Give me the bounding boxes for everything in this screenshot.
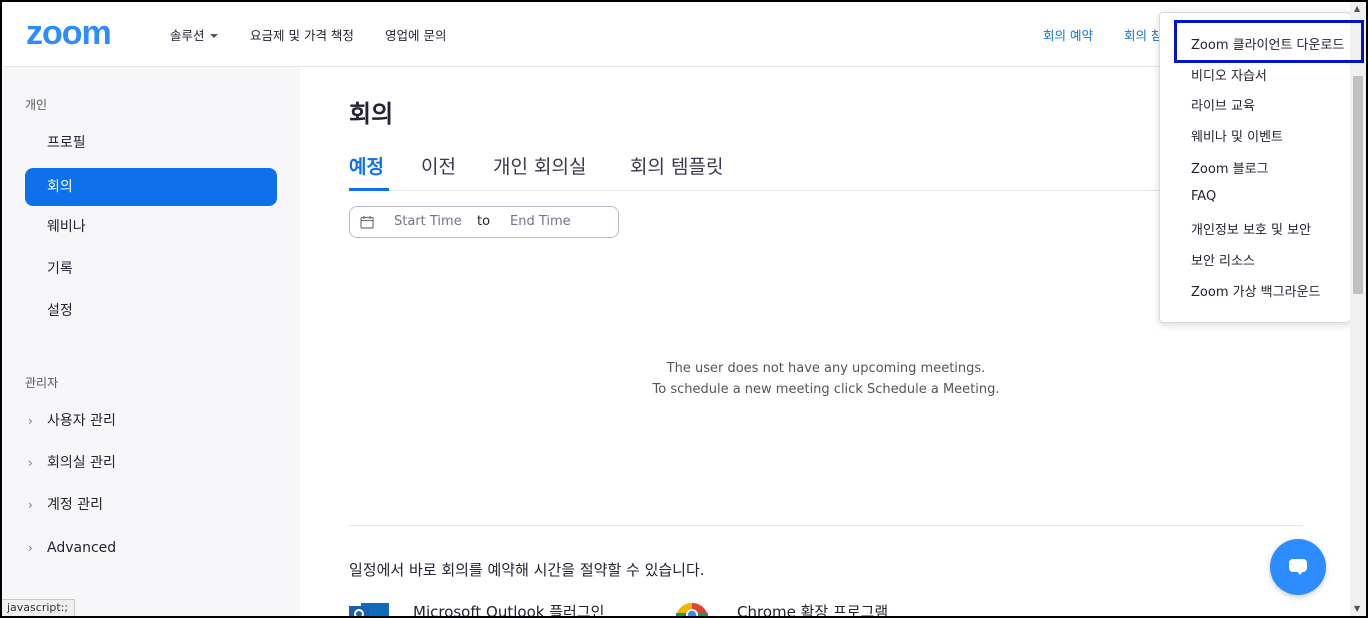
empty-message-line1: The user does not have any upcoming meet…: [666, 361, 986, 376]
chevron-right-icon: ›: [28, 541, 33, 555]
sidebar-item-label: Advanced: [47, 540, 117, 556]
chrome-icon[interactable]: [674, 601, 710, 618]
chevron-right-icon: ›: [28, 414, 33, 428]
scrollbar-thumb[interactable]: [1353, 76, 1363, 294]
sidebar: 개인 프로필 회의 웨비나 기록 설정 관리자 › 사용자 관리 › 회의실 관리 …: [0, 67, 300, 618]
sidebar-section-personal: 개인: [25, 98, 48, 112]
sidebar-section-admin: 관리자: [25, 376, 59, 390]
nav-solutions-label: 솔루션: [170, 28, 205, 43]
schedule-meeting-link[interactable]: 회의 예약: [1043, 25, 1093, 44]
empty-message-line2: To schedule a new meeting click Schedule…: [652, 382, 1000, 397]
calendar-icon: [360, 216, 374, 229]
sidebar-item-room-management[interactable]: › 회의실 관리: [25, 448, 277, 478]
join-meeting-link[interactable]: 회의 참: [1124, 25, 1162, 44]
sidebar-item-profile[interactable]: 프로필: [25, 124, 277, 162]
nav-contact-sales[interactable]: 영업에 문의: [385, 25, 446, 44]
chat-button[interactable]: [1270, 539, 1326, 595]
tab-previous[interactable]: 이전: [421, 152, 456, 179]
sidebar-item-settings[interactable]: 설정: [25, 292, 277, 330]
menu-item-zoom-blog[interactable]: Zoom 블로그: [1191, 158, 1269, 177]
sidebar-item-recordings[interactable]: 기록: [25, 250, 277, 288]
sidebar-item-account-management[interactable]: › 계정 관리: [25, 490, 277, 520]
end-time-input[interactable]: End Time: [510, 214, 571, 229]
sidebar-item-user-management[interactable]: › 사용자 관리: [25, 406, 277, 436]
browser-status-bar: javascript:;: [0, 599, 76, 618]
menu-item-faq[interactable]: FAQ: [1191, 189, 1216, 204]
zoom-logo[interactable]: zoom: [26, 14, 112, 53]
tab-personal-room[interactable]: 개인 회의실: [493, 152, 586, 179]
menu-item-video-tutorials[interactable]: 비디오 자습서: [1191, 65, 1267, 84]
menu-item-live-training[interactable]: 라이브 교육: [1191, 95, 1255, 114]
outlook-plugin-link[interactable]: Microsoft Outlook 플러그인: [413, 601, 604, 618]
sidebar-item-label: 사용자 관리: [47, 413, 116, 429]
outlook-icon[interactable]: [349, 601, 389, 618]
date-range-separator: to: [477, 214, 491, 229]
menu-item-webinars-events[interactable]: 웨비나 및 이벤트: [1191, 126, 1283, 145]
sidebar-item-label: 회의실 관리: [47, 455, 116, 471]
sidebar-item-label: 계정 관리: [47, 497, 103, 513]
sidebar-item-advanced[interactable]: › Advanced: [25, 533, 277, 563]
chat-icon-tail: [1296, 570, 1304, 575]
calendar-promo-text: 일정에서 바로 회의를 예약해 시간을 절약할 수 있습니다.: [349, 561, 705, 579]
menu-item-privacy-security[interactable]: 개인정보 보호 및 보안: [1191, 219, 1311, 238]
caret-down-icon: [209, 34, 218, 38]
menu-item-virtual-backgrounds[interactable]: Zoom 가상 백그라운드: [1191, 281, 1320, 300]
section-divider: [349, 525, 1303, 526]
start-time-input[interactable]: Start Time: [394, 214, 462, 229]
nav-solutions[interactable]: 솔루션: [170, 25, 218, 44]
chevron-right-icon: ›: [28, 498, 33, 512]
sidebar-item-webinars[interactable]: 웨비나: [25, 208, 277, 246]
tab-upcoming[interactable]: 예정: [349, 152, 384, 179]
page-title: 회의: [349, 100, 394, 128]
scroll-up-arrow-icon[interactable]: ▲: [1354, 4, 1360, 13]
scroll-down-arrow-icon[interactable]: ▼: [1354, 604, 1360, 613]
sidebar-item-meetings[interactable]: 회의: [25, 168, 277, 206]
active-tab-indicator: [349, 188, 389, 191]
menu-item-security-resources[interactable]: 보안 리소스: [1191, 250, 1255, 269]
chevron-right-icon: ›: [28, 456, 33, 470]
nav-pricing[interactable]: 요금제 및 가격 책정: [250, 25, 354, 44]
empty-meetings-message: The user does not have any upcoming meet…: [600, 358, 1052, 400]
tab-meeting-templates[interactable]: 회의 템플릿: [630, 152, 723, 179]
chrome-extension-link[interactable]: Chrome 확장 프로그램: [737, 601, 888, 618]
highlight-box: [1174, 20, 1364, 63]
date-range-picker[interactable]: Start Time to End Time: [349, 206, 619, 238]
